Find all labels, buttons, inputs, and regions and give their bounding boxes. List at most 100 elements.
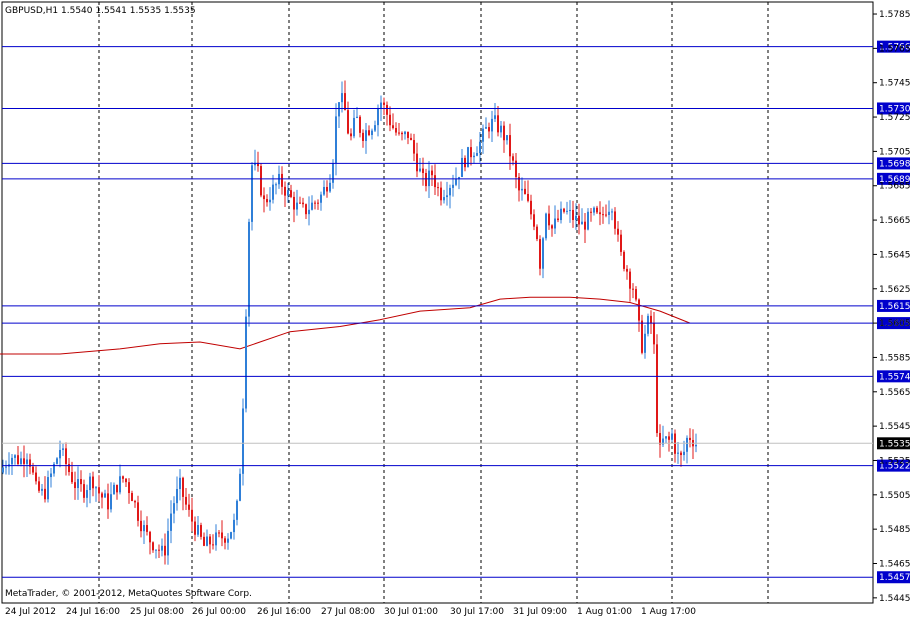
candle-up bbox=[491, 118, 493, 132]
candle-up bbox=[179, 477, 181, 490]
candle-down bbox=[440, 187, 442, 201]
candle-up bbox=[353, 117, 355, 137]
candle-down bbox=[224, 538, 226, 543]
candle-up bbox=[233, 519, 235, 533]
candle-up bbox=[113, 484, 115, 495]
candle-up bbox=[311, 202, 313, 210]
candle-down bbox=[299, 202, 301, 204]
candle-down bbox=[584, 221, 586, 230]
candle-down bbox=[680, 452, 682, 456]
price-tick-label: 1.5765 bbox=[879, 44, 911, 54]
price-tick-label: 1.5725 bbox=[879, 113, 911, 123]
candle-down bbox=[536, 226, 538, 240]
candle-down bbox=[533, 214, 535, 227]
candle-up bbox=[452, 184, 454, 188]
candle-down bbox=[122, 476, 124, 479]
candle-up bbox=[155, 549, 157, 551]
candle-up bbox=[242, 408, 244, 474]
candle-down bbox=[98, 487, 100, 494]
candle-up bbox=[587, 211, 589, 230]
candle-down bbox=[422, 168, 424, 174]
candle-down bbox=[326, 186, 328, 192]
candle-down bbox=[362, 132, 364, 141]
time-tick-label: 1 Aug 17:00 bbox=[641, 607, 696, 617]
candle-up bbox=[161, 545, 163, 551]
candle-up bbox=[323, 186, 325, 195]
candle-up bbox=[50, 473, 52, 478]
candle-up bbox=[581, 221, 583, 225]
candle-up bbox=[56, 458, 58, 464]
candle-down bbox=[35, 472, 37, 482]
candle-down bbox=[464, 157, 466, 168]
level-price-label: 1.5698 bbox=[879, 159, 911, 169]
candle-down bbox=[191, 509, 193, 522]
candle-up bbox=[251, 165, 253, 222]
candle-up bbox=[665, 436, 667, 439]
candle-up bbox=[593, 207, 595, 213]
candle-up bbox=[356, 116, 358, 118]
candle-up bbox=[479, 141, 481, 154]
candle-up bbox=[482, 128, 484, 142]
candle-down bbox=[551, 225, 553, 229]
candle-down bbox=[497, 115, 499, 133]
candle-down bbox=[425, 173, 427, 187]
time-tick-label: 30 Jul 17:00 bbox=[450, 607, 504, 617]
time-axis: 24 Jul 2012 24 Jul 16:00 25 Jul 08:00 26 Ju… bbox=[5, 607, 696, 617]
candle-up bbox=[554, 218, 556, 229]
candle-down bbox=[263, 195, 265, 200]
candle-down bbox=[437, 187, 439, 189]
candle-down bbox=[158, 549, 160, 551]
candle-down bbox=[350, 133, 352, 137]
candle-down bbox=[605, 214, 607, 216]
candlestick-chart[interactable]: 1.57661.57301.56981.56891.56151.56051.55… bbox=[0, 0, 913, 619]
candle-down bbox=[302, 202, 304, 205]
candle-down bbox=[503, 125, 505, 141]
candle-up bbox=[59, 449, 61, 459]
candle-up bbox=[197, 525, 199, 535]
candle-down bbox=[137, 502, 139, 521]
candle-up bbox=[215, 532, 217, 546]
candle-down bbox=[290, 190, 292, 197]
price-tick-label: 1.5585 bbox=[879, 353, 911, 363]
candle-down bbox=[32, 466, 34, 473]
candle-down bbox=[386, 104, 388, 115]
candle-up bbox=[608, 211, 610, 216]
candle-up bbox=[173, 503, 175, 514]
chart-area[interactable] bbox=[1, 1, 874, 604]
candle-up bbox=[296, 202, 298, 210]
symbol-header: GBPUSD,H1 1.5540 1.5541 1.5535 1.5535 bbox=[5, 6, 196, 16]
candle-down bbox=[470, 147, 472, 158]
candle-down bbox=[188, 504, 190, 510]
candle-down bbox=[401, 132, 403, 135]
candle-up bbox=[542, 238, 544, 269]
candle-up bbox=[332, 163, 334, 183]
candle-up bbox=[365, 130, 367, 141]
candle-down bbox=[314, 202, 316, 204]
candle-up bbox=[485, 127, 487, 129]
candle-up bbox=[26, 459, 28, 464]
candle-up bbox=[566, 210, 568, 212]
candle-down bbox=[383, 102, 385, 105]
candle-down bbox=[347, 110, 349, 134]
candle-down bbox=[629, 271, 631, 289]
candle-up bbox=[446, 195, 448, 198]
candle-down bbox=[260, 166, 262, 196]
candle-up bbox=[272, 184, 274, 200]
candle-down bbox=[599, 212, 601, 215]
candle-down bbox=[641, 320, 643, 353]
candle-up bbox=[110, 494, 112, 510]
candle-up bbox=[62, 448, 64, 450]
level-price-label: 1.5457 bbox=[879, 573, 911, 583]
time-tick-label: 27 Jul 08:00 bbox=[321, 607, 375, 617]
candle-up bbox=[47, 477, 49, 500]
time-tick-label: 26 Jul 00:00 bbox=[192, 607, 246, 617]
time-tick-label: 31 Jul 09:00 bbox=[513, 607, 567, 617]
candle-down bbox=[395, 128, 397, 133]
candle-down bbox=[509, 135, 511, 157]
level-price-label: 1.5574 bbox=[879, 372, 911, 382]
candle-down bbox=[650, 315, 652, 323]
candle-down bbox=[185, 496, 187, 505]
candle-up bbox=[167, 530, 169, 556]
candle-down bbox=[134, 501, 136, 503]
candle-down bbox=[563, 208, 565, 212]
